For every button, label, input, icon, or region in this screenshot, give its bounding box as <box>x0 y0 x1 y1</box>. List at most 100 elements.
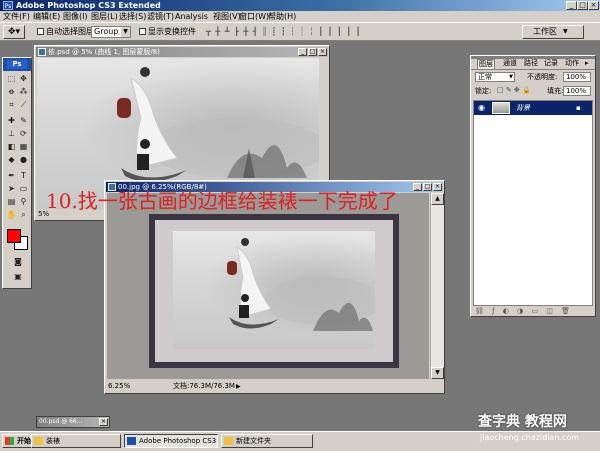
zoom-tool-icon[interactable]: ⌕ <box>18 210 29 220</box>
app-title: Adobe Photoshop CS3 Extended <box>16 1 161 10</box>
marquee-tool-icon[interactable]: ⬚ <box>6 74 17 84</box>
close-button[interactable]: × <box>433 183 442 191</box>
dodge-tool-icon[interactable]: ● <box>18 155 29 165</box>
windows-logo-icon <box>5 437 14 445</box>
fill-field[interactable]: 100% <box>563 86 591 96</box>
tab-channels[interactable]: 通道 <box>502 59 518 68</box>
menu-window[interactable]: 窗口(W) <box>239 11 269 22</box>
pen-tool-icon[interactable]: ✒ <box>6 171 17 181</box>
chevron-down-icon: ▼ <box>509 74 513 80</box>
foreground-color-swatch[interactable] <box>7 229 21 243</box>
maximize-button[interactable]: □ <box>423 183 432 191</box>
lock-label: 锁定: <box>475 87 492 95</box>
layer-buttons-icons[interactable]: ⛓ ƒ ◐ ◑ ▭ ◫ 🗑 <box>475 307 573 315</box>
path-selection-icon[interactable]: ➤ <box>6 184 17 194</box>
lock-icons[interactable]: □ ✎ ✥ 🔒 <box>497 86 531 94</box>
options-bar: ✥▾ 自动选择图层 Group ▼ 显示变换控件 ┳ ╋ ┻ ┣ ╋ ┫ ║ ┋… <box>0 22 600 41</box>
wedding-photo <box>227 238 375 331</box>
watermark-line-1: 查字典 教程网 <box>478 414 567 430</box>
show-transform-label: 显示变换控件 <box>148 27 196 36</box>
hand-tool-icon[interactable]: ✋ <box>6 210 17 220</box>
eraser-tool-icon[interactable]: ◧ <box>6 142 17 152</box>
auto-select-dropdown[interactable]: Group ▼ <box>91 26 131 38</box>
workspace-button[interactable]: 工作区 ▼ <box>522 25 584 39</box>
slice-tool-icon[interactable]: ⟋ <box>18 100 29 110</box>
menu-help[interactable]: 帮助(H) <box>268 11 296 22</box>
brush-tool-icon[interactable]: ✎ <box>18 116 29 126</box>
menu-image[interactable]: 图像(I) <box>63 11 88 22</box>
eye-icon[interactable]: ◉ <box>476 102 487 113</box>
menu-filter[interactable]: 滤镜(T) <box>147 11 174 22</box>
move-tool-preset-button[interactable]: ✥▾ <box>3 25 25 39</box>
magic-wand-icon[interactable]: ⁂ <box>18 87 29 97</box>
maximize-button[interactable]: □ <box>577 1 588 10</box>
taskbar-item-label: Adobe Photoshop CS3 E... <box>139 437 217 445</box>
tab-history[interactable]: 记录 <box>543 59 559 68</box>
document-1-title: 依.psd @ 5% (曲线 1, 图层蒙版/8) <box>48 48 160 56</box>
close-button[interactable]: × <box>318 48 327 56</box>
layer-thumbnail <box>492 102 510 114</box>
scroll-up-icon[interactable]: ▲ <box>431 193 444 205</box>
menu-analysis[interactable]: Analysis <box>175 11 208 22</box>
menu-select[interactable]: 选择(S) <box>119 11 146 22</box>
opacity-field[interactable]: 100% <box>563 72 591 82</box>
document-1-title-bar[interactable]: 依.psd @ 5% (曲线 1, 图层蒙版/8) _ □ × <box>36 47 328 57</box>
type-tool-icon[interactable]: T <box>18 171 29 181</box>
framed-wedding-photo <box>173 231 375 349</box>
taskbar-item-photoshop[interactable]: Adobe Photoshop CS3 E... <box>124 434 218 448</box>
close-button[interactable]: × <box>588 1 599 10</box>
taskbar-item-label: 新建文件夹 <box>236 437 271 445</box>
screen-mode-icon[interactable]: ▣ <box>12 272 24 282</box>
tab-paths[interactable]: 路径 <box>523 59 539 68</box>
watermark-line-2: jiaocheng.chazidian.com <box>480 433 580 442</box>
blend-mode-value: 正常 <box>478 73 492 81</box>
document-2-canvas[interactable] <box>107 193 429 379</box>
clone-stamp-icon[interactable]: ⊥ <box>6 129 17 139</box>
document-size[interactable]: 文档:76.3M/76.3M <box>173 381 235 392</box>
app-title-bar: Ps Adobe Photoshop CS3 Extended _ □ × <box>0 0 600 11</box>
history-brush-icon[interactable]: ⟳ <box>18 129 29 139</box>
taskbar-item-folder[interactable]: 装裱 <box>31 434 121 448</box>
minimized-document-3[interactable]: 00.psd @ 66... × <box>36 416 110 428</box>
tab-actions[interactable]: 动作 <box>564 59 580 68</box>
panel-menu-icon[interactable]: ▸ <box>585 59 589 67</box>
notes-tool-icon[interactable]: ▤ <box>6 197 17 207</box>
shape-tool-icon[interactable]: ▭ <box>18 184 29 194</box>
layer-name[interactable]: 背景 <box>516 103 530 113</box>
move-tool-icon[interactable]: ✥ <box>18 74 29 84</box>
menu-view[interactable]: 视图(V) <box>213 11 241 22</box>
minimize-button[interactable]: _ <box>413 183 422 191</box>
lock-icon: ▪ <box>576 104 581 112</box>
folder-icon <box>34 437 43 445</box>
minimize-button[interactable]: _ <box>298 48 307 56</box>
taskbar-item-new-folder[interactable]: 新建文件夹 <box>221 434 313 448</box>
lasso-tool-icon[interactable]: ꝋ <box>6 87 17 97</box>
chevron-down-icon: ▼ <box>563 28 568 35</box>
vertical-scrollbar[interactable]: ▲ ▼ <box>430 193 444 379</box>
menu-edit[interactable]: 编辑(E) <box>33 11 60 22</box>
gradient-tool-icon[interactable]: ▦ <box>18 142 29 152</box>
close-button[interactable]: × <box>99 418 108 426</box>
minimize-button[interactable]: _ <box>566 1 577 10</box>
quick-mask-icon[interactable]: ◙ <box>12 257 24 267</box>
layer-row-background[interactable]: ◉ 背景 ▪ <box>474 101 592 115</box>
blur-tool-icon[interactable]: ◆ <box>6 155 17 165</box>
crop-tool-icon[interactable]: ⌗ <box>6 100 17 110</box>
scroll-down-icon[interactable]: ▼ <box>431 367 444 379</box>
menu-layer[interactable]: 图层(L) <box>91 11 118 22</box>
status-menu-arrow-icon[interactable]: ▶ <box>236 381 241 392</box>
auto-select-label: 自动选择图层 <box>46 27 94 36</box>
workspace-label: 工作区 <box>533 27 557 36</box>
document-2-status-bar: 6.25% 文档:76.3M/76.3M ▶ <box>106 381 443 392</box>
align-icons[interactable]: ┳ ╋ ┻ ┣ ╋ ┫ ║ ┋ ┇ ┆ ┊ ╎ ┃ ┃ ┃ ┃ ┃ <box>206 27 362 36</box>
document-2-zoom[interactable]: 6.25% <box>108 381 130 392</box>
auto-select-checkbox[interactable] <box>37 28 44 35</box>
opacity-label: 不透明度: <box>527 73 558 81</box>
blend-mode-dropdown[interactable]: 正常 ▼ <box>475 72 515 82</box>
eyedropper-icon[interactable]: ⚲ <box>18 197 29 207</box>
healing-brush-icon[interactable]: ✚ <box>6 116 17 126</box>
show-transform-checkbox[interactable] <box>139 28 146 35</box>
maximize-button[interactable]: □ <box>308 48 317 56</box>
menu-file[interactable]: 文件(F) <box>3 11 30 22</box>
document-3-title: 00.psd @ 66... <box>39 418 83 425</box>
